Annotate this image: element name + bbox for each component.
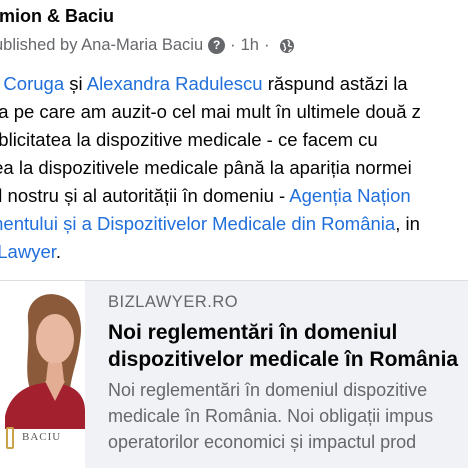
post-text-fragment: răspund astăzi la: [262, 73, 408, 94]
link-description: Noi reglementări în domeniul dispozitive…: [108, 377, 468, 455]
post-text-line: tea la dispozitivele medicale până la ap…: [0, 157, 412, 178]
globe-icon[interactable]: [279, 38, 295, 54]
post-text-line: ublicitatea la dispozitive medicale - ce…: [0, 129, 378, 150]
link-domain: BIZLAWYER.RO: [108, 293, 239, 311]
post-text-line: ul nostru și al autorității în domeniu -…: [0, 182, 468, 210]
post-text: a Coruga și Alexandra Radulescu răspund …: [0, 70, 468, 266]
link-title-line: Noi reglementări în domeniul: [108, 321, 398, 344]
link-description-line: Noi reglementări în domeniul dispozitive: [108, 380, 428, 400]
post-text-fragment: .: [55, 241, 62, 262]
post-text-line: a Coruga și Alexandra Radulescu răspund …: [0, 70, 468, 98]
mention-link-bizlawyer[interactable]: zLawyer: [0, 241, 56, 262]
mention-link-agency[interactable]: Agenția Națion: [289, 185, 410, 206]
post-text-fragment: și: [64, 73, 87, 94]
mention-link-alexandra-radulescu[interactable]: Alexandra Radulescu: [87, 73, 263, 94]
mention-link-agency-cont[interactable]: mentului și a Dispozitivelor Medicale di…: [0, 213, 395, 234]
post-text-line: ea pe care am auzit-o cel mai mult în ul…: [0, 101, 421, 122]
post-timestamp[interactable]: 1h: [241, 36, 259, 55]
link-title[interactable]: Noi reglementări în domeniul dispozitive…: [108, 319, 468, 373]
mention-link[interactable]: a Coruga: [0, 73, 64, 94]
link-description-line: medicale în România. Noi obligații impus: [108, 406, 434, 426]
post-header: imion & Baciu ublished by Ana-Maria Baci…: [0, 0, 468, 68]
page-author-name[interactable]: imion & Baciu: [0, 6, 114, 27]
link-preview-card[interactable]: BACIU BIZLAWYER.RO Noi reglementări în d…: [0, 280, 468, 468]
meta-separator-2: ·: [263, 36, 270, 54]
link-title-line: dispozitivelor medicale în România: [108, 348, 459, 371]
post-text-line: zLawyer.: [0, 238, 468, 266]
meta-separator: ·: [230, 36, 236, 54]
link-card-info[interactable]: BIZLAWYER.RO Noi reglementări în domeniu…: [108, 289, 468, 455]
post-text-fragment: , in: [395, 213, 420, 234]
published-by-label[interactable]: ublished by Ana-Maria Baciu: [0, 36, 203, 55]
image-caption: BACIU: [22, 431, 62, 443]
link-description-line: operatorilor economici și impactul prod: [108, 432, 417, 452]
post-text-line: mentului și a Dispozitivelor Medicale di…: [0, 210, 468, 238]
post-text-fragment: ul nostru și al autorității în domeniu -: [0, 185, 290, 206]
post-meta: ublished by Ana-Maria Baciu ? · 1h ·: [0, 36, 295, 55]
article-thumbnail[interactable]: BACIU: [0, 281, 85, 468]
logo-accent-mark: [6, 427, 14, 449]
question-circle-icon[interactable]: ?: [208, 37, 226, 54]
